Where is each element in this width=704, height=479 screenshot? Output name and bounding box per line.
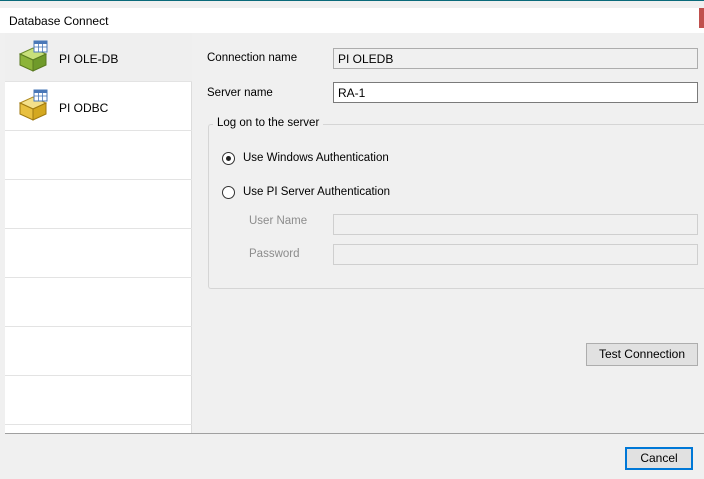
user-name-label: User Name [249,215,308,227]
empty-list-row [5,327,192,376]
windows-auth-radio[interactable] [222,152,235,165]
connection-name-field[interactable]: PI OLEDB [333,48,698,69]
cancel-button[interactable]: Cancel [625,447,693,470]
source-item-pi-odbc[interactable]: PI ODBC [5,82,192,131]
source-label: PI OLE-DB [59,52,119,66]
window-top-accent [0,0,704,8]
data-source-list: PI OLE-DB PI ODBC [5,33,192,433]
database-box-icon [18,40,48,72]
title-bar: Database Connect [0,8,704,33]
empty-list-row [5,229,192,278]
radio-selected-dot [226,156,231,161]
empty-list-row [5,131,192,180]
empty-list-row [5,376,192,425]
connection-settings-panel: Connection name PI OLEDB Server name RA-… [193,33,704,433]
empty-list-row [5,180,192,229]
password-field[interactable] [333,244,698,265]
dialog-footer: Cancel [5,434,704,479]
password-label: Password [249,248,300,260]
empty-list-row [5,278,192,327]
logon-group-title: Log on to the server [213,117,324,129]
windows-auth-label[interactable]: Use Windows Authentication [243,152,389,164]
server-name-label: Server name [207,87,273,99]
source-item-pi-ole-db[interactable]: PI OLE-DB [5,33,192,82]
connection-name-label: Connection name [207,52,298,64]
user-name-field[interactable] [333,214,698,235]
test-connection-button[interactable]: Test Connection [586,343,698,366]
database-connect-window: Database Connect PI OLE-DB PI ODBC Conne… [0,0,704,479]
database-box-icon [18,89,48,121]
close-accent-icon[interactable] [699,8,704,28]
source-label: PI ODBC [59,101,109,115]
pi-server-auth-radio[interactable] [222,186,235,199]
window-title: Database Connect [9,14,109,28]
server-name-field[interactable]: RA-1 [333,82,698,103]
pi-server-auth-label[interactable]: Use PI Server Authentication [243,186,390,198]
